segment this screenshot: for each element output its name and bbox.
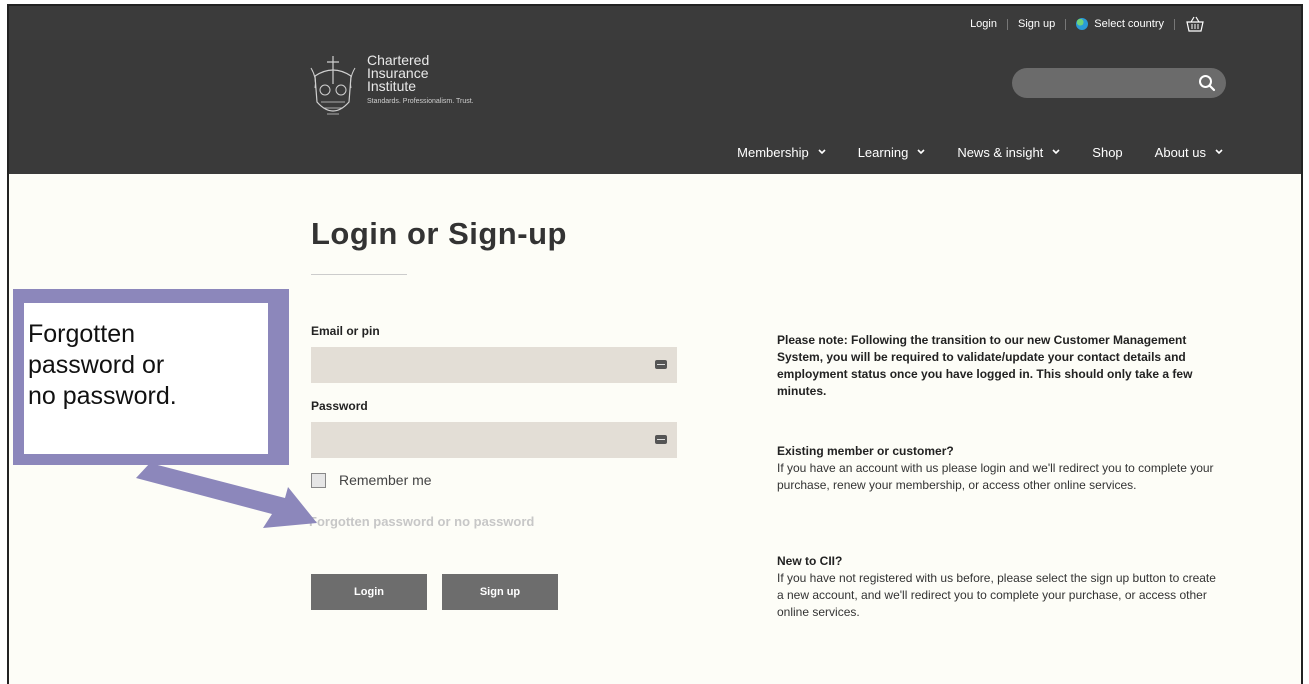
- search-icon[interactable]: [1198, 74, 1216, 92]
- main-nav: Membership Learning News & insight Shop …: [737, 145, 1223, 160]
- basket-icon[interactable]: [1185, 16, 1205, 32]
- password-input[interactable]: [311, 422, 677, 458]
- top-divider: [1065, 18, 1067, 30]
- new-to-cii-text: If you have not registered with us befor…: [777, 571, 1216, 619]
- search-box[interactable]: [1012, 68, 1226, 98]
- nav-membership-label: Membership: [737, 145, 809, 160]
- email-input[interactable]: [311, 347, 677, 383]
- top-divider: [1006, 18, 1008, 30]
- new-to-cii-heading: New to CII?: [777, 554, 843, 568]
- existing-member-heading: Existing member or customer?: [777, 444, 954, 458]
- callout-line-1: Forgotten: [28, 320, 136, 348]
- nav-news-label: News & insight: [957, 145, 1044, 160]
- nav-membership[interactable]: Membership: [737, 145, 826, 160]
- top-links: Login Sign up Select country: [970, 16, 1205, 32]
- title-divider: [311, 274, 407, 275]
- existing-member-section: Existing member or customer? If you have…: [777, 443, 1217, 494]
- remember-me-checkbox[interactable]: [311, 472, 326, 488]
- password-label: Password: [311, 399, 368, 413]
- site-header: Chartered Insurance Institute Standards.…: [9, 40, 1301, 174]
- chevron-down-icon: [818, 148, 826, 154]
- autofill-icon: [655, 360, 667, 369]
- nav-about-us[interactable]: About us: [1155, 145, 1223, 160]
- logo-line-3: Institute: [367, 78, 417, 94]
- password-field[interactable]: [311, 422, 677, 458]
- logo-tagline: Standards. Professionalism. Trust.: [367, 98, 474, 105]
- autofill-icon: [655, 435, 667, 444]
- nav-shop-label: Shop: [1092, 145, 1123, 160]
- logo-text: Chartered Insurance Institute Standards.…: [367, 53, 474, 106]
- nav-shop[interactable]: Shop: [1092, 145, 1122, 160]
- top-divider: [1174, 18, 1175, 30]
- callout-box: Forgotten password or no password.: [24, 303, 268, 454]
- sign-up-button[interactable]: Sign up: [442, 574, 558, 610]
- chevron-down-icon: [1052, 148, 1060, 154]
- top-signup-link[interactable]: Sign up: [1018, 18, 1055, 30]
- chevron-down-icon: [1215, 148, 1223, 154]
- nav-learning-label: Learning: [857, 145, 909, 160]
- crest-icon: [310, 56, 356, 115]
- remember-me-label: Remember me: [339, 472, 432, 488]
- nav-learning[interactable]: Learning: [858, 145, 926, 160]
- email-field[interactable]: [311, 347, 677, 383]
- transition-note: Please note: Following the transition to…: [777, 332, 1217, 400]
- transition-note-text: Please note: Following the transition to…: [777, 333, 1193, 398]
- email-label: Email or pin: [311, 324, 380, 338]
- existing-member-text: If you have an account with us please lo…: [777, 461, 1214, 492]
- top-utility-bar: Login Sign up Select country: [9, 6, 1301, 40]
- new-to-cii-section: New to CII? If you have not registered w…: [777, 553, 1217, 621]
- page-title: Login or Sign-up: [311, 216, 567, 251]
- cii-logo[interactable]: Chartered Insurance Institute Standards.…: [307, 53, 474, 124]
- top-login-link[interactable]: Login: [970, 18, 997, 30]
- forgotten-password-link[interactable]: Forgotten password or no password: [309, 514, 534, 529]
- login-button[interactable]: Login: [311, 574, 427, 610]
- callout-line-3: no password.: [28, 382, 177, 410]
- chevron-down-icon: [917, 148, 925, 154]
- nav-about-label: About us: [1154, 145, 1206, 160]
- select-country-link[interactable]: Select country: [1094, 18, 1164, 30]
- nav-news-insight[interactable]: News & insight: [957, 145, 1060, 160]
- globe-icon: [1076, 18, 1089, 30]
- callout-line-2: password or: [28, 351, 165, 379]
- remember-me-row[interactable]: Remember me: [311, 472, 432, 488]
